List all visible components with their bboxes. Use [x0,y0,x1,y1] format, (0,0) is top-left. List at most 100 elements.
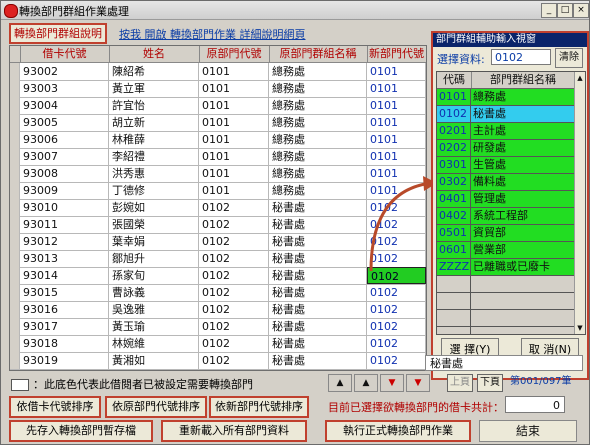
list-item[interactable]: 0402 系統工程部 [437,208,575,225]
prev-page-button[interactable]: 上頁 [447,374,473,392]
list-item[interactable] [437,293,575,310]
list-item[interactable]: 0601 營業部 [437,242,575,259]
app-icon [4,4,18,18]
table-row[interactable]: 93018 林婉維 0102 秘書處 0102 [10,335,426,353]
group-code [437,310,471,326]
first-page-icon[interactable]: ▲ [328,374,352,392]
cell-new-code[interactable]: 0101 [367,131,426,148]
row-selector[interactable] [10,352,20,369]
minimize-button[interactable]: _ [541,3,557,18]
row-selector[interactable] [10,182,20,199]
group-code: 0402 [437,208,471,224]
maximize-button[interactable]: □ [557,3,573,18]
save-temp-button[interactable]: 先存入轉換部門暫存檔 [9,420,153,442]
row-selector[interactable] [10,63,20,80]
cell-name: 胡立新 [109,114,199,131]
list-item[interactable]: 0401 管理處 [437,191,575,208]
cell-new-code[interactable]: 0102 [367,352,426,369]
exit-button[interactable]: 結束 [479,420,577,442]
col-header-name[interactable]: 姓名 [109,46,200,62]
list-item[interactable]: 0101 總務處 [437,89,575,106]
sort-by-old-dept-button[interactable]: 依原部門代號排序 [105,396,207,418]
table-row[interactable]: 93015 曹詠義 0102 秘書處 0102 [10,284,426,302]
col-header-old-group[interactable]: 原部門群組名稱 [269,46,368,62]
table-row[interactable]: 93005 胡立新 0101 總務處 0101 [10,114,426,132]
row-selector[interactable] [10,165,20,182]
scroll-up-icon[interactable]: ▲ [575,72,585,84]
grid-scroll-combo[interactable]: 秘書處 [425,355,583,371]
cell-new-code[interactable]: 0101 [367,148,426,165]
table-row[interactable]: 93007 李紹禮 0101 總務處 0101 [10,148,426,166]
help-link[interactable]: 按我 開啟 轉換部門作業 詳細說明網頁 [119,26,306,42]
cell-old-code: 0102 [199,335,269,352]
cell-new-code[interactable]: 0101 [367,114,426,131]
row-selector[interactable] [10,199,20,216]
last-page-icon[interactable]: ▼ [406,374,430,392]
row-selector[interactable] [10,114,20,131]
list-item[interactable]: 0102 秘書處 [437,106,575,123]
cell-name: 黃玉瑜 [109,318,199,335]
group-list-header: 代碼 部門群組名稱 [437,72,576,89]
table-row[interactable]: 93019 黃湘如 0102 秘書處 0102 [10,352,426,370]
row-selector[interactable] [10,216,20,233]
list-item[interactable] [437,327,575,334]
help-button[interactable]: 轉換部門群組說明 [9,23,107,44]
cell-old-code: 0102 [199,199,269,216]
execute-button[interactable]: 執行正式轉換部門作業 [325,420,471,442]
cell-new-code[interactable]: 0102 [367,284,426,301]
group-name [471,276,575,292]
group-name [471,327,575,334]
next-page-button[interactable]: 下頁 [477,374,503,392]
clear-button[interactable]: 清除 [555,48,583,68]
prev-row-icon[interactable]: ▲ [354,374,378,392]
list-item[interactable]: ZZZZ 已離職或已廢卡 [437,259,575,276]
sort-by-card-button[interactable]: 依借卡代號排序 [9,396,101,418]
cell-new-code[interactable]: 0102 [367,335,426,352]
cell-new-code[interactable]: 0101 [367,97,426,114]
row-selector[interactable] [10,301,20,318]
table-row[interactable]: 93017 黃玉瑜 0102 秘書處 0102 [10,318,426,336]
row-selector[interactable] [10,267,20,284]
select-input[interactable]: 0102 [491,49,551,65]
group-name: 已離職或已廢卡 [471,259,575,275]
table-row[interactable]: 93003 黃立軍 0101 總務處 0101 [10,80,426,98]
row-selector[interactable] [10,335,20,352]
table-row[interactable]: 93006 林稚薛 0101 總務處 0101 [10,131,426,149]
reload-button[interactable]: 重新載入所有部門資料 [161,420,307,442]
table-row[interactable]: 93002 陳紹希 0101 總務處 0101 [10,63,426,81]
row-selector[interactable] [10,97,20,114]
group-code: 0401 [437,191,471,207]
list-item[interactable] [437,310,575,327]
row-selector[interactable] [10,284,20,301]
row-selector[interactable] [10,233,20,250]
sort-by-new-dept-button[interactable]: 依新部門代號排序 [209,396,309,418]
row-selector[interactable] [10,318,20,335]
next-row-icon[interactable]: ▼ [380,374,404,392]
list-item[interactable]: 0501 資貿部 [437,225,575,242]
list-item[interactable]: 0202 研發處 [437,140,575,157]
scroll-down-icon[interactable]: ▼ [575,322,585,334]
close-button[interactable]: × [573,3,589,18]
list-item[interactable] [437,276,575,293]
list-item[interactable]: 0201 主計處 [437,123,575,140]
cell-new-code[interactable]: 0101 [367,63,426,80]
cell-new-code[interactable]: 0102 [367,318,426,335]
cell-old-code: 0101 [199,80,269,97]
group-code: 0301 [437,157,471,173]
list-item[interactable]: 0302 備料處 [437,174,575,191]
row-selector[interactable] [10,148,20,165]
col-header-new-code[interactable]: 新部門代號 [367,46,426,62]
cell-new-code[interactable]: 0102 [367,301,426,318]
list-item[interactable]: 0301 生管處 [437,157,575,174]
row-selector[interactable] [10,80,20,97]
cell-new-code[interactable]: 0101 [367,80,426,97]
group-list-scrollbar[interactable]: ▲ ▼ [574,72,585,334]
row-selector[interactable] [10,250,20,267]
col-header-card[interactable]: 借卡代號 [20,46,110,62]
cell-card: 93007 [20,148,109,165]
row-selector[interactable] [10,131,20,148]
table-row[interactable]: 93016 吳逸雅 0102 秘書處 0102 [10,301,426,319]
table-row[interactable]: 93004 許宜怡 0101 總務處 0101 [10,97,426,115]
cell-card: 93017 [20,318,109,335]
col-header-old-code[interactable]: 原部門代號 [199,46,270,62]
